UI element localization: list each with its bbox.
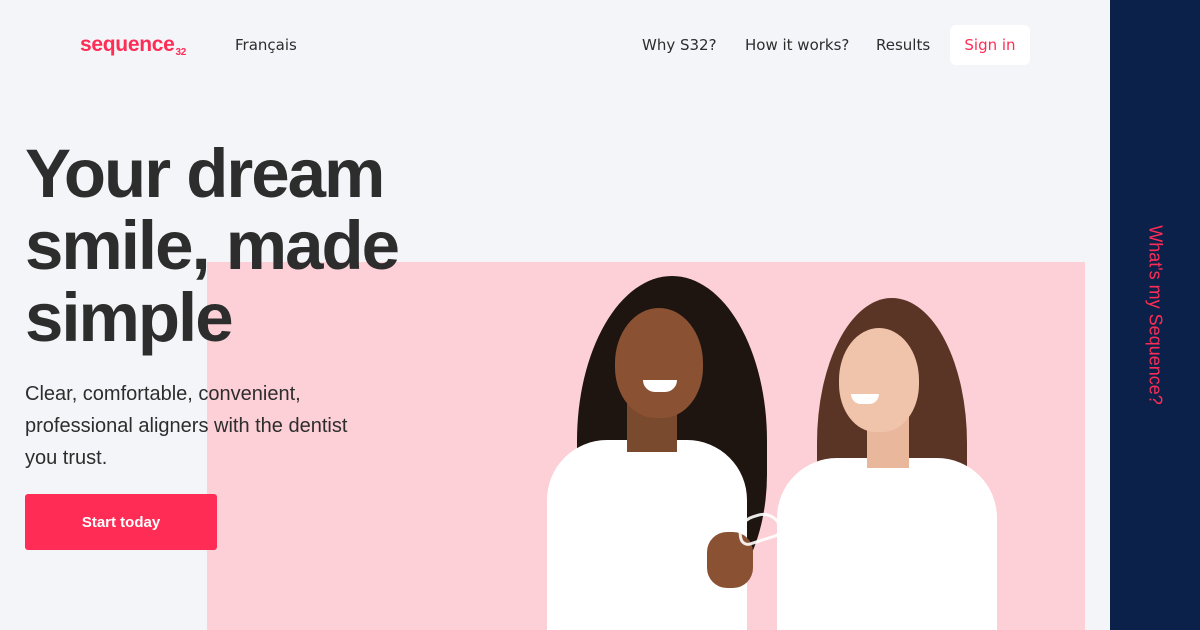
nav-how-it-works[interactable]: How it works? [745, 36, 849, 54]
hero-subhead: Clear, comfortable, convenient, professi… [25, 383, 348, 469]
hero-headline: Your dream smile, made simple [25, 135, 400, 356]
language-link[interactable]: Français [235, 36, 297, 54]
person-right [767, 262, 1017, 630]
logo-sub: 32 [175, 47, 187, 58]
logo-text: sequence [80, 33, 175, 56]
whats-my-sequence-link[interactable]: What's my Sequence? [1145, 225, 1166, 405]
main-area: sequence32 Français Why S32? How it work… [0, 0, 1110, 630]
nav-results[interactable]: Results [876, 36, 930, 54]
logo[interactable]: sequence32 [80, 33, 186, 58]
person-left [507, 262, 807, 630]
nav-why-s32[interactable]: Why S32? [642, 36, 717, 54]
sign-in-button[interactable]: Sign in [950, 25, 1030, 65]
start-today-button[interactable]: Start today [25, 494, 217, 550]
